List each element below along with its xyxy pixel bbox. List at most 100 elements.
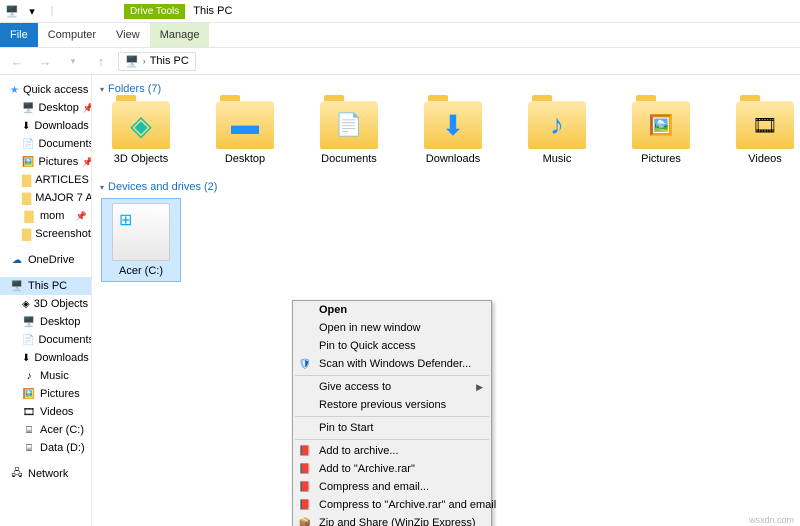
folder-icon: ▇: [22, 173, 31, 187]
folder-music[interactable]: ♪Music: [522, 101, 592, 165]
winrar-icon: 📕: [298, 480, 312, 494]
thispc-icon: 🖥️: [10, 279, 24, 293]
nav-item-articles[interactable]: ▇ARTICLES📌: [0, 171, 91, 189]
nav-onedrive[interactable]: ☁OneDrive: [0, 251, 91, 269]
contextual-tab-label: Drive Tools: [124, 4, 185, 19]
folder-3d-objects[interactable]: ◈3D Objects: [106, 101, 176, 165]
downloads-icon: ⬇: [22, 119, 30, 133]
nav-recent-button[interactable]: ▾: [62, 50, 84, 72]
chevron-right-icon: ▶: [476, 382, 483, 393]
separator: [295, 375, 489, 376]
context-menu: Open Open in new window Pin to Quick acc…: [292, 300, 492, 526]
ctx-compress-email[interactable]: 📕Compress and email...: [293, 478, 491, 496]
ctx-pin-start[interactable]: Pin to Start: [293, 419, 491, 437]
folders-row: ◈3D Objects ▬Desktop 📄Documents ⬇Downloa…: [100, 101, 800, 165]
documents-icon: 📄: [22, 137, 34, 151]
title-bar: 🖥️ ▾ | Drive Tools This PC: [0, 0, 800, 23]
network-icon: 🖧: [10, 467, 24, 481]
ctx-restore-versions[interactable]: Restore previous versions: [293, 396, 491, 414]
nav-item-pictures[interactable]: 🖼️Pictures: [0, 385, 91, 403]
ctx-open[interactable]: Open: [293, 301, 491, 319]
ctx-add-archive-rar[interactable]: 📕Add to "Archive.rar": [293, 460, 491, 478]
cloud-icon: ☁: [10, 253, 24, 267]
nav-item-pictures[interactable]: 🖼️Pictures📌: [0, 153, 91, 171]
nav-back-button[interactable]: ←: [6, 50, 28, 72]
nav-item-data-d[interactable]: ⌸Data (D:): [0, 439, 91, 457]
documents-icon: 📄: [22, 333, 34, 347]
chevron-down-icon: ▾: [100, 85, 104, 94]
winrar-icon: 📕: [298, 498, 312, 512]
folder-downloads[interactable]: ⬇Downloads: [418, 101, 488, 165]
pin-icon: 📌: [83, 103, 92, 114]
3d-icon: ◈: [22, 297, 30, 311]
separator: [295, 416, 489, 417]
pin-icon: 📌: [76, 211, 87, 222]
breadcrumb-location[interactable]: This PC: [150, 55, 189, 67]
folder-videos[interactable]: 🎞Videos: [730, 101, 800, 165]
nav-item-documents[interactable]: 📄Documents📌: [0, 135, 91, 153]
winrar-icon: 📕: [298, 444, 312, 458]
nav-network[interactable]: 🖧Network: [0, 465, 91, 483]
ctx-pin-quick-access[interactable]: Pin to Quick access: [293, 337, 491, 355]
quick-access-toolbar: 🖥️ ▾ |: [0, 3, 64, 19]
music-icon: ♪: [22, 369, 36, 383]
nav-quick-access[interactable]: ★Quick access: [0, 81, 91, 99]
ctx-scan-defender[interactable]: 🛡Scan with Windows Defender...: [293, 355, 491, 373]
ctx-open-new-window[interactable]: Open in new window: [293, 319, 491, 337]
windows-logo-icon: ⊞: [119, 210, 132, 230]
tab-file[interactable]: File: [0, 23, 38, 47]
nav-item-desktop[interactable]: 🖥️Desktop: [0, 313, 91, 331]
star-icon: ★: [10, 83, 19, 97]
ctx-compress-rar-email[interactable]: 📕Compress to "Archive.rar" and email: [293, 496, 491, 514]
folder-pictures[interactable]: 🖼️Pictures: [626, 101, 696, 165]
drive-icon: ⌸: [22, 423, 36, 437]
tab-computer[interactable]: Computer: [38, 23, 106, 47]
navigation-pane: ★Quick access 🖥️Desktop📌 ⬇Downloads📌 📄Do…: [0, 75, 92, 526]
explorer-body: ★Quick access 🖥️Desktop📌 ⬇Downloads📌 📄Do…: [0, 75, 800, 526]
folder-icon: ▇: [22, 209, 36, 223]
tab-view[interactable]: View: [106, 23, 150, 47]
ctx-add-archive[interactable]: 📕Add to archive...: [293, 442, 491, 460]
folders-group-header[interactable]: ▾ Folders (7): [100, 81, 800, 101]
nav-item-acer-c[interactable]: ⌸Acer (C:): [0, 421, 91, 439]
save-icon[interactable]: ▾: [24, 3, 40, 19]
thispc-icon: 🖥️: [125, 55, 139, 68]
address-bar: ← → ▾ ↑ 🖥️ › This PC: [0, 48, 800, 75]
breadcrumb[interactable]: 🖥️ › This PC: [118, 52, 196, 71]
nav-item-major7[interactable]: ▇MAJOR 7 AUTOMAT📌: [0, 189, 91, 207]
nav-item-documents[interactable]: 📄Documents: [0, 331, 91, 349]
chevron-down-icon: ▾: [100, 183, 104, 192]
downloads-icon: ⬇: [22, 351, 30, 365]
nav-item-mom[interactable]: ▇mom📌: [0, 207, 91, 225]
nav-item-3dobjects[interactable]: ◈3D Objects: [0, 295, 91, 313]
desktop-icon: 🖥️: [22, 101, 34, 115]
folder-desktop[interactable]: ▬Desktop: [210, 101, 280, 165]
ctx-zip-share[interactable]: 📦Zip and Share (WinZip Express): [293, 514, 491, 526]
winrar-icon: 📕: [298, 462, 312, 476]
nav-item-music[interactable]: ♪Music: [0, 367, 91, 385]
watermark: wsxdn.com: [749, 515, 794, 525]
separator: [295, 439, 489, 440]
nav-item-downloads[interactable]: ⬇Downloads📌: [0, 117, 91, 135]
folder-icon: ▇: [22, 227, 31, 241]
nav-item-screenshots[interactable]: ▇Screenshots: [0, 225, 91, 243]
nav-item-videos[interactable]: 🎞Videos: [0, 403, 91, 421]
tab-manage[interactable]: Manage: [150, 23, 210, 47]
divider-icon: |: [44, 3, 60, 19]
nav-up-button[interactable]: ↑: [90, 50, 112, 72]
window-title: This PC: [185, 5, 232, 17]
nav-forward-button[interactable]: →: [34, 50, 56, 72]
folder-icon: ▇: [22, 191, 31, 205]
folder-documents[interactable]: 📄Documents: [314, 101, 384, 165]
nav-item-downloads[interactable]: ⬇Downloads: [0, 349, 91, 367]
nav-this-pc[interactable]: 🖥️This PC: [0, 277, 91, 295]
ctx-give-access[interactable]: Give access to▶: [293, 378, 491, 396]
pictures-icon: 🖼️: [22, 155, 34, 169]
drive-acer-c[interactable]: ⊞ Acer (C:): [102, 199, 180, 281]
drives-group-header[interactable]: ▾ Devices and drives (2): [100, 179, 800, 199]
winzip-icon: 📦: [298, 516, 312, 526]
nav-item-desktop[interactable]: 🖥️Desktop📌: [0, 99, 91, 117]
chevron-right-icon: ›: [143, 56, 146, 66]
pin-icon: 📌: [82, 157, 92, 168]
thispc-icon: 🖥️: [4, 3, 20, 19]
